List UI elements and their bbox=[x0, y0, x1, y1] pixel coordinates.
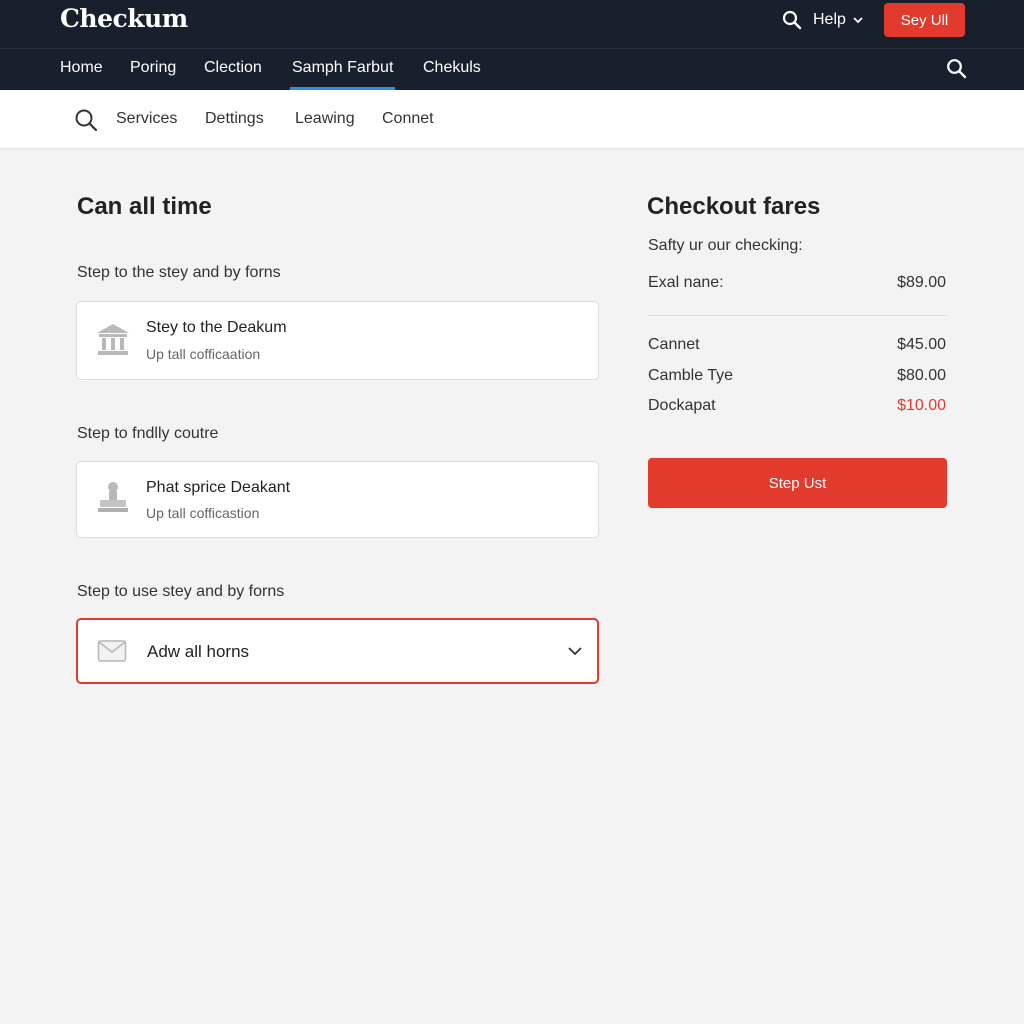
help-label: Help bbox=[813, 11, 846, 28]
summary-divider bbox=[648, 315, 947, 316]
card-subtitle: Up tall cofficastion bbox=[146, 505, 260, 521]
summary-title: Checkout fares bbox=[647, 193, 821, 220]
summary-row-amount: $89.00 bbox=[897, 274, 946, 291]
summary-row-label: Dockapat bbox=[648, 397, 716, 414]
top-header: Checkum Help Sey Ull Home Poring Clectio… bbox=[0, 0, 1024, 90]
step-label: Step to use stey and by forns bbox=[77, 583, 285, 600]
card-title: Phat sprice Deakant bbox=[146, 479, 291, 496]
chevron-down-icon[interactable] bbox=[566, 642, 584, 660]
search-icon[interactable] bbox=[782, 10, 802, 30]
subnav-item-leawing[interactable]: Leawing bbox=[295, 110, 355, 128]
summary-row-label: Cannet bbox=[648, 336, 700, 353]
nav-item-clection[interactable]: Clection bbox=[204, 59, 262, 77]
card-subtitle: Up tall cofficaation bbox=[146, 346, 261, 362]
summary-row-amount: $45.00 bbox=[897, 336, 946, 353]
summary-subtitle: Safty ur our checking: bbox=[648, 237, 803, 254]
help-menu[interactable]: Help bbox=[813, 11, 864, 29]
nav-search-icon[interactable] bbox=[946, 58, 967, 79]
subnav-item-services[interactable]: Services bbox=[116, 110, 177, 128]
select-value: Adw all horns bbox=[147, 642, 250, 661]
chevron-down-icon bbox=[853, 17, 863, 24]
logo[interactable]: Checkum bbox=[60, 4, 188, 33]
checkout-button[interactable]: Step Ust bbox=[648, 458, 947, 508]
nav-item-poring[interactable]: Poring bbox=[130, 59, 176, 77]
option-card-deakant[interactable]: Phat sprice Deakant Up tall cofficastion bbox=[76, 461, 599, 538]
summary-row-label: Camble Tye bbox=[648, 367, 734, 384]
summary-row-amount: $80.00 bbox=[897, 367, 946, 384]
main-nav: Home Poring Clection Samph Farbut Chekul… bbox=[0, 48, 1024, 90]
sub-nav: Services Dettings Leawing Connet bbox=[0, 90, 1024, 149]
option-card-deakum[interactable]: Stey to the Deakum Up tall cofficaation bbox=[76, 301, 599, 380]
bank-icon bbox=[97, 324, 129, 355]
envelope-icon bbox=[97, 640, 127, 662]
step-label: Step to fndlly coutre bbox=[77, 425, 219, 442]
card-title: Stey to the Deakum bbox=[146, 319, 287, 336]
step-label: Step to the stey and by forns bbox=[77, 264, 281, 281]
stamp-icon bbox=[98, 482, 128, 512]
nav-item-samph-farbut[interactable]: Samph Farbut bbox=[289, 59, 396, 90]
summary-row-label: Exal nane: bbox=[648, 274, 724, 291]
search-icon[interactable] bbox=[74, 108, 98, 132]
nav-item-home[interactable]: Home bbox=[60, 59, 103, 77]
subnav-item-dettings[interactable]: Dettings bbox=[205, 110, 264, 128]
summary-row-amount-highlight: $10.00 bbox=[897, 397, 946, 414]
signup-button[interactable]: Sey Ull bbox=[884, 3, 965, 37]
horns-select[interactable]: Adw all horns bbox=[76, 618, 599, 684]
page-title: Can all time bbox=[77, 193, 212, 220]
subnav-item-connet[interactable]: Connet bbox=[382, 110, 434, 128]
nav-item-chekuls[interactable]: Chekuls bbox=[423, 59, 481, 77]
